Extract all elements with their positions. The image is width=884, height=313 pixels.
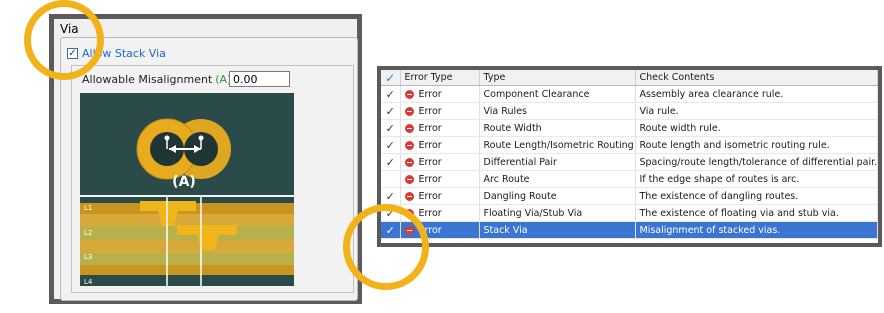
layer-label-l2: L2 [84, 229, 92, 237]
select-all-check[interactable]: ✓ [381, 70, 401, 86]
error-type-text: Error [418, 156, 442, 168]
table-row[interactable]: ✓ Error Route Width Route width rule. [381, 119, 878, 137]
table-row[interactable]: ✓ Error Differential Pair Spacing/route len… [381, 153, 878, 171]
checkmark-icon: ✓ [385, 189, 395, 203]
type-cell: Route Length/Isometric Routing [479, 136, 636, 154]
column-header-type[interactable]: Type [479, 70, 636, 86]
drc-check-table: ✓ Error Type Type Check Contents ✓ Error C… [377, 66, 882, 247]
check-contents-cell: If the edge shape of routes is arc. [635, 170, 878, 188]
type-cell: Dangling Route [479, 187, 636, 205]
check-contents-cell: Route length and isometric routing rule. [635, 136, 878, 154]
error-type-text: Error [418, 105, 442, 117]
row-check[interactable]: ✓ [381, 153, 401, 171]
type-cell: Route Width [479, 119, 636, 137]
table-row[interactable]: Error Arc Route If the edge shape of route… [381, 170, 878, 188]
type-cell: Floating Via/Stub Via [479, 204, 636, 222]
error-type-text: Error [418, 173, 442, 185]
error-icon [404, 123, 414, 133]
row-check[interactable] [381, 170, 401, 188]
table-row[interactable]: ✓ Error Route Length/Isometric Routing Rout… [381, 136, 878, 154]
check-contents-cell: Via rule. [635, 102, 878, 120]
checkmark-icon: ✓ [385, 155, 395, 169]
error-type-text: Error [418, 190, 442, 202]
table-row[interactable]: ✓ Error Dangling Route The existence of dan… [381, 187, 878, 205]
misalignment-row: Allowable Misalignment (A) [82, 73, 231, 86]
highlight-circle-stack-via-row [343, 204, 429, 290]
table-row[interactable]: ✓ Error Stack Via Misalignment of stacked v… [381, 221, 878, 239]
checkmark-icon: ✓ [385, 121, 395, 135]
table-row[interactable]: ✓ Error Component Clearance Assembly area c… [381, 85, 878, 103]
dimension-label: (A) [172, 174, 196, 190]
column-header-check-contents[interactable]: Check Contents [635, 70, 878, 86]
table-row[interactable]: ✓ Error Floating Via/Stub Via The existence… [381, 204, 878, 222]
error-icon [404, 106, 414, 116]
layer-label-l4: L4 [84, 278, 93, 286]
type-cell: Via Rules [479, 102, 636, 120]
type-cell: Differential Pair [479, 153, 636, 171]
error-type-text: Error [418, 207, 442, 219]
type-cell: Component Clearance [479, 85, 636, 103]
error-type-cell: Error [400, 119, 480, 137]
check-contents-cell: Assembly area clearance rule. [635, 85, 878, 103]
table-header-row: ✓ Error Type Type Check Contents [381, 70, 878, 86]
error-type-text: Error [418, 139, 442, 151]
error-type-cell: Error [400, 102, 480, 120]
error-type-cell: Error [400, 136, 480, 154]
row-check[interactable]: ✓ [381, 136, 401, 154]
error-type-cell: Error [400, 187, 480, 205]
check-contents-cell: Misalignment of stacked vias. [635, 221, 878, 239]
check-contents-cell: The existence of dangling routes. [635, 187, 878, 205]
misalignment-input[interactable] [229, 71, 290, 87]
checkmark-icon: ✓ [385, 87, 395, 101]
error-type-cell: Error [400, 153, 480, 171]
error-icon [404, 89, 414, 99]
row-check[interactable]: ✓ [381, 102, 401, 120]
type-cell: Arc Route [479, 170, 636, 188]
layer-label-l1: L1 [84, 204, 92, 212]
error-icon [404, 191, 414, 201]
highlight-circle-allow-stack [24, 0, 104, 80]
type-cell: Stack Via [479, 221, 636, 239]
check-contents-cell: Spacing/route length/tolerance of differ… [635, 153, 878, 171]
checkmark-icon: ✓ [385, 138, 395, 152]
error-type-text: Error [418, 88, 442, 100]
error-icon [404, 174, 414, 184]
error-type-cell: Error [400, 170, 480, 188]
stack-via-diagram: (A) L1 L2 L3 L4 [80, 93, 294, 286]
row-check[interactable]: ✓ [381, 85, 401, 103]
error-type-text: Error [418, 122, 442, 134]
checkmark-icon: ✓ [385, 104, 395, 118]
misalignment-label: Allowable Misalignment [82, 73, 213, 86]
layer-label-l3: L3 [84, 253, 92, 261]
row-check[interactable]: ✓ [381, 119, 401, 137]
error-icon [404, 140, 414, 150]
column-header-error-type[interactable]: Error Type [400, 70, 480, 86]
check-contents-cell: The existence of floating via and stub v… [635, 204, 878, 222]
checkmark-icon: ✓ [385, 70, 396, 85]
check-contents-cell: Route width rule. [635, 119, 878, 137]
error-icon [404, 157, 414, 167]
error-type-cell: Error [400, 85, 480, 103]
row-check[interactable]: ✓ [381, 187, 401, 205]
table-row[interactable]: ✓ Error Via Rules Via rule. [381, 102, 878, 120]
